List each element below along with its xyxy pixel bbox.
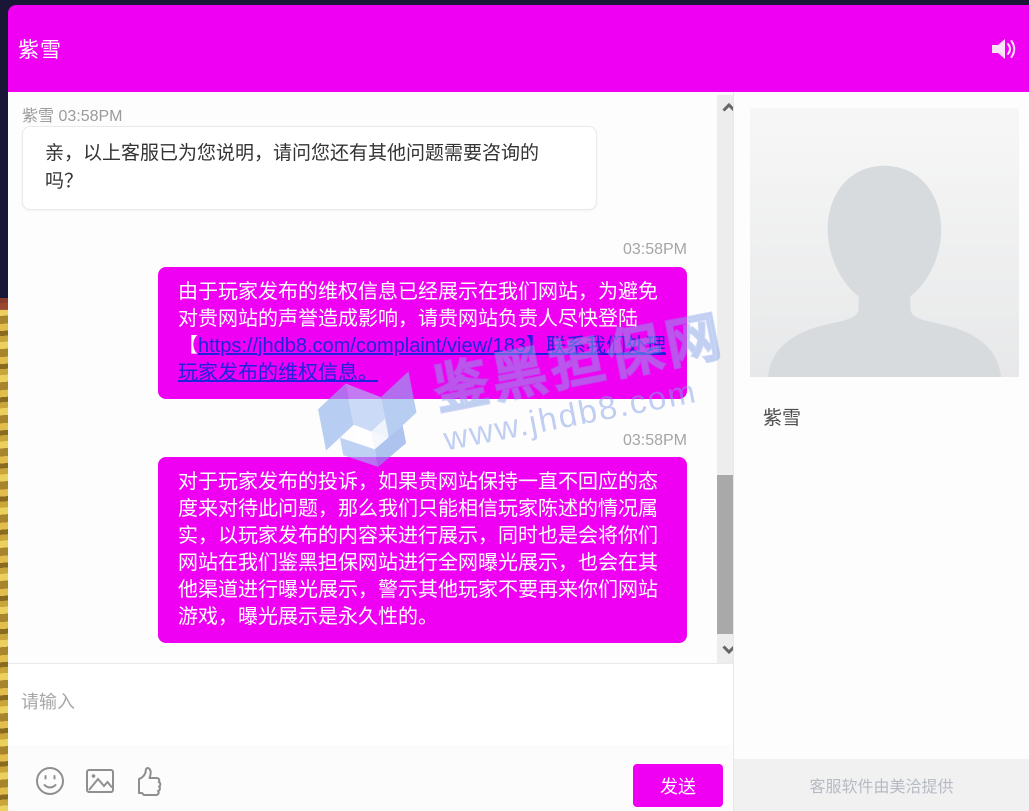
emoji-button[interactable] [32,765,68,801]
composer-toolbar: 发送 [8,745,733,811]
composer [8,663,733,745]
agent-name: 紫雪 [763,403,1029,430]
chat-header-title: 紫雪 [18,34,62,64]
emoji-icon [33,764,67,803]
thumbs-up-icon [132,764,168,803]
widget-body: 紫雪 03:58PM 亲，以上客服已为您说明，请问您还有其他问题需要咨询的吗？ … [8,92,1029,811]
incoming-message-bubble: 亲，以上客服已为您说明，请问您还有其他问题需要咨询的吗？ [22,126,597,210]
agent-sidebar: 紫雪 客服软件由美洽提供 [733,92,1029,811]
message-meta: 紫雪 03:58PM [22,102,687,122]
speaker-icon[interactable] [991,37,1017,61]
agent-avatar [750,108,1019,377]
image-upload-button[interactable] [82,765,118,801]
outgoing-message-bubble: 对于玩家发布的投诉，如果贵网站保持一直不回应的态度来对待此问题，那么我们只能相信… [158,457,687,643]
provider-footer[interactable]: 客服软件由美洽提供 [734,759,1029,811]
outgoing-message-bubble: 由于玩家发布的维权信息已经展示在我们网站，为避免对贵网站的声誉造成影响，请贵网站… [158,267,687,399]
message-time: 03:58PM [22,432,687,450]
send-button[interactable]: 发送 [633,764,723,807]
chat-panel: 紫雪 03:58PM 亲，以上客服已为您说明，请问您还有其他问题需要咨询的吗？ … [8,92,733,811]
complaint-link[interactable]: https://jhdb8.com/complaint/view/183】联系我… [178,335,666,384]
provider-footer-text: 客服软件由美洽提供 [809,773,953,797]
chat-widget: 紫雪 紫雪 03:58PM 亲，以上客服已为您说明，请问您还有其他问题需要咨询的… [8,5,1029,811]
rate-thumbs-up-button[interactable] [132,765,168,801]
person-silhouette-icon [750,364,1019,377]
chat-header: 紫雪 [8,5,1029,92]
image-icon [83,764,117,803]
browser-viewport: 紫雪 紫雪 03:58PM 亲，以上客服已为您说明，请问您还有其他问题需要咨询的… [0,0,1029,811]
message-list: 紫雪 03:58PM 亲，以上客服已为您说明，请问您还有其他问题需要咨询的吗？ … [8,92,733,663]
message-time: 03:58PM [22,241,687,259]
message-input[interactable] [8,664,733,745]
incoming-message-text: 亲，以上客服已为您说明，请问您还有其他问题需要咨询的吗？ [45,143,539,192]
outgoing-message-text: 对于玩家发布的投诉，如果贵网站保持一直不回应的态度来对待此问题，那么我们只能相信… [178,471,658,628]
